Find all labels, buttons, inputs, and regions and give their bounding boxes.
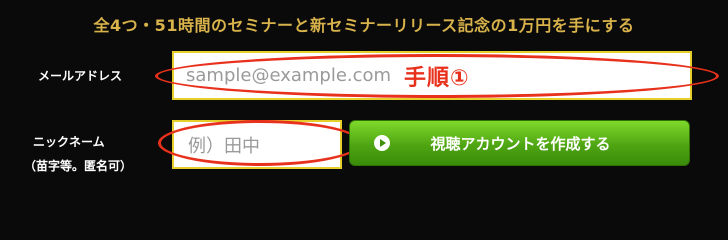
create-account-button-label: 視聴アカウントを作成する	[430, 135, 611, 153]
annotation-ring-nickname	[158, 120, 362, 166]
nickname-sublabel: （苗字等。匿名可）	[24, 159, 133, 173]
nickname-label-group: ニックネーム （苗字等。匿名可）	[24, 130, 132, 178]
nickname-label: ニックネーム	[33, 135, 105, 149]
email-label: メールアドレス	[38, 69, 123, 83]
step-annotation: 手順①	[404, 66, 470, 91]
create-account-button[interactable]: 視聴アカウントを作成する	[349, 120, 690, 166]
headline: 全4つ・51時間のセミナーと新セミナーリリース記念の1万円を手にする	[93, 16, 635, 35]
